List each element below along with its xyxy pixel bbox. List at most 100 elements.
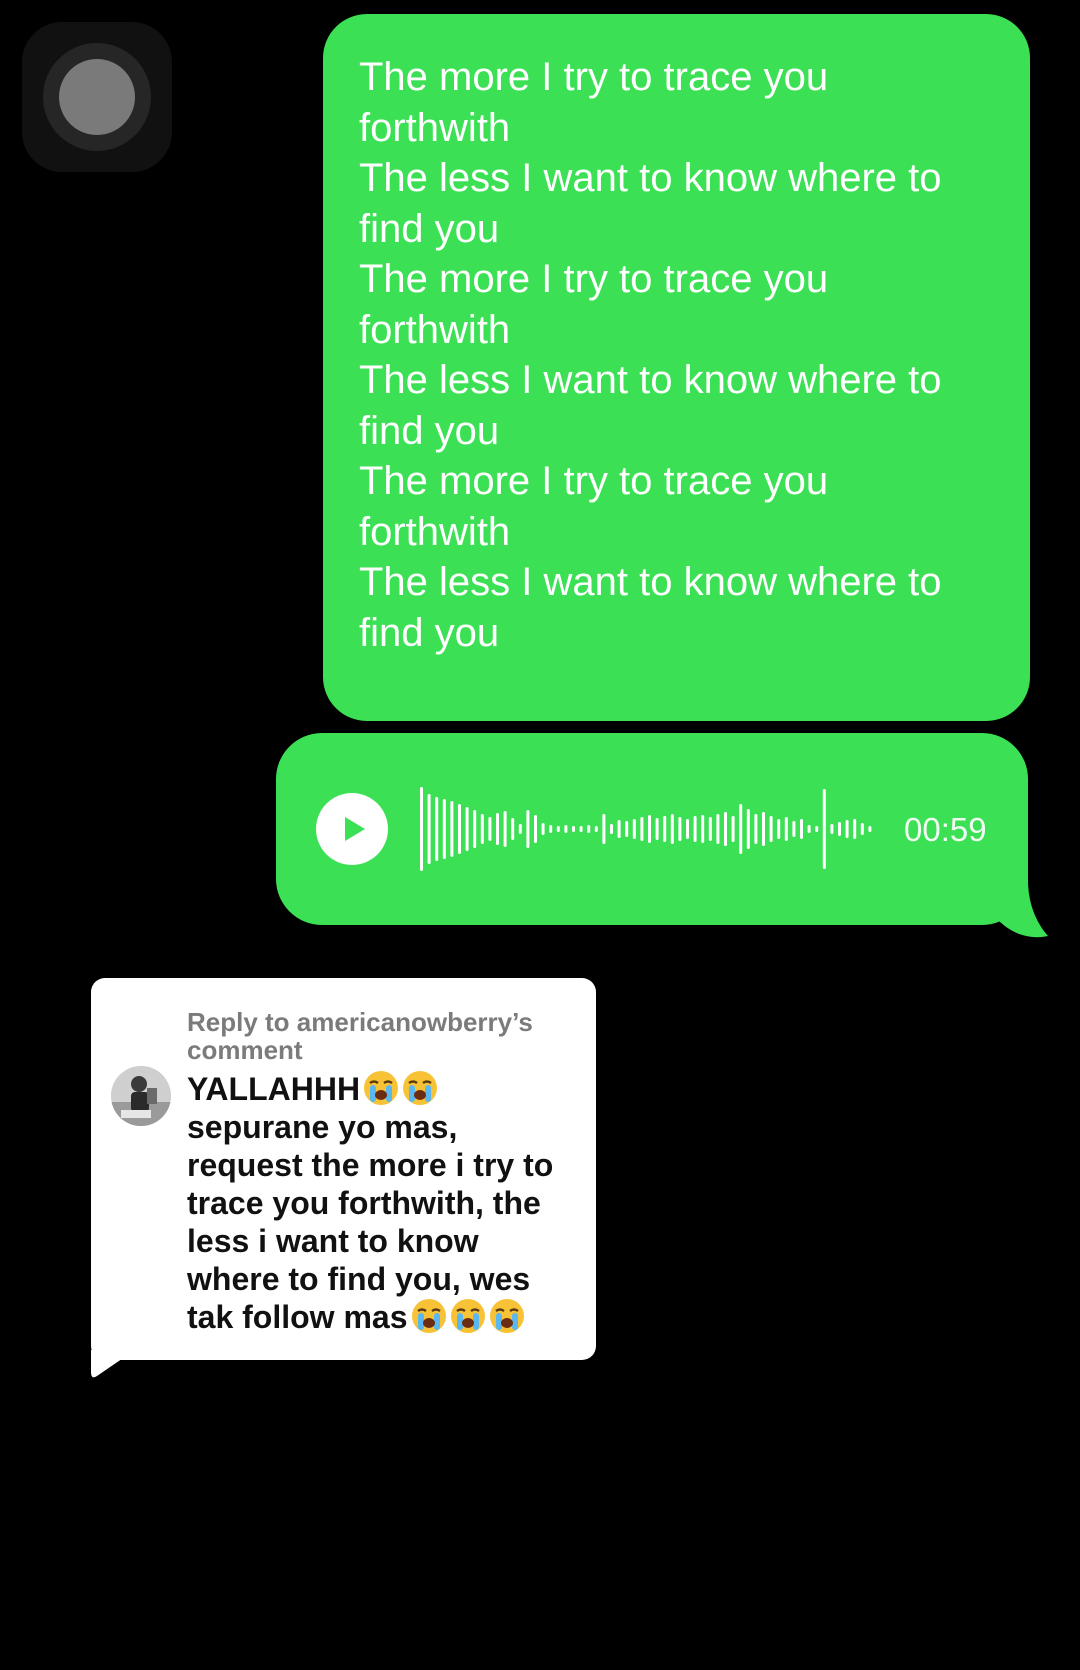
waveform-bar — [450, 801, 454, 857]
comment-line: tak follow mas — [187, 1298, 587, 1336]
waveform-bar — [784, 817, 788, 841]
reply-label: Reply to americanowberry’s comment — [187, 1007, 533, 1065]
waveform-bar — [648, 815, 651, 843]
waveform-bar — [845, 820, 849, 838]
reply-to-comment-card: Reply to americanowberry’s comment YALLA… — [91, 978, 596, 1360]
outgoing-text-message: The more I try to trace you forthwith Th… — [323, 14, 1030, 721]
waveform-bar — [838, 822, 841, 836]
reply-card-tail — [91, 1350, 135, 1378]
comment-line: YALLAHHH — [187, 1070, 587, 1108]
waveform-bar — [663, 816, 667, 842]
waveform-bar — [632, 819, 636, 839]
waveform-bar — [640, 817, 644, 841]
waveform-bar — [701, 815, 705, 843]
waveform-bar — [853, 819, 857, 839]
voice-duration: 00:59 — [904, 811, 987, 848]
waveform-bar — [686, 819, 689, 839]
waveform-bar — [503, 811, 507, 847]
avatar-photo — [111, 1066, 171, 1126]
waveform-bar — [678, 817, 682, 841]
waveform-bar — [420, 787, 423, 871]
assistive-touch-ring — [43, 43, 151, 151]
loudly-crying-face-icon — [450, 1299, 485, 1333]
message-line: forthwith — [359, 307, 511, 352]
assistive-touch-dot — [59, 59, 135, 135]
waveform-bar — [488, 817, 492, 841]
waveform-bar — [762, 812, 765, 846]
message-line: forthwith — [359, 509, 511, 554]
waveform-bar — [435, 797, 439, 861]
waveform-bar — [541, 823, 545, 835]
waveform-bar — [579, 826, 583, 832]
message-line: find you — [359, 206, 500, 251]
waveform-bar — [708, 817, 712, 841]
message-line: The more I try to trace you — [359, 257, 829, 301]
play-icon — [345, 817, 365, 841]
waveform-bar — [724, 812, 727, 846]
waveform-bar — [815, 826, 819, 832]
loudly-crying-face-icon — [403, 1071, 438, 1105]
waveform-bar — [800, 819, 803, 839]
waveform-bar — [549, 825, 553, 833]
waveform-bar — [625, 821, 629, 837]
waveform-bar — [594, 826, 598, 832]
assistive-touch-button[interactable] — [22, 22, 172, 172]
waveform-bar — [427, 794, 431, 864]
waveform-bar — [754, 814, 758, 844]
waveform-bar — [496, 813, 499, 845]
waveform-bar — [860, 823, 864, 835]
waveform-bar — [670, 814, 674, 844]
waveform-bar — [777, 819, 781, 839]
waveform-bar — [822, 789, 826, 869]
waveform-bar — [807, 825, 811, 833]
audio-waveform[interactable] — [416, 785, 876, 873]
waveform-bar — [655, 818, 659, 840]
waveform-bar — [731, 816, 735, 842]
waveform-bar — [473, 810, 477, 848]
comment-line: request the more i try to — [187, 1147, 554, 1183]
waveform-bar — [716, 814, 720, 844]
waveform-bar — [769, 816, 773, 842]
comment-line: where to find you, wes — [187, 1261, 531, 1297]
waveform-bar — [518, 824, 522, 834]
loudly-crying-face-icon — [364, 1071, 399, 1105]
loudly-crying-face-icon — [411, 1299, 446, 1333]
waveform-bar — [480, 814, 484, 844]
message-line: forthwith — [359, 105, 511, 150]
comment-line: less i want to know — [187, 1223, 479, 1259]
waveform-bar — [830, 824, 834, 834]
waveform-bar — [556, 826, 560, 832]
waveform-bar — [572, 826, 575, 832]
message-line: The less I want to know where to — [359, 156, 942, 200]
message-line: The less I want to know where to — [359, 358, 942, 402]
message-line: find you — [359, 610, 500, 655]
message-line: The less I want to know where to — [359, 560, 942, 604]
commenter-avatar[interactable] — [111, 1066, 171, 1126]
waveform-bar — [458, 804, 461, 854]
waveform-bar — [534, 815, 537, 843]
waveform-bar — [511, 818, 515, 840]
comment-line: sepurane yo mas, — [187, 1109, 458, 1145]
waveform-bar — [610, 824, 613, 834]
waveform-bar — [739, 804, 743, 854]
waveform-bar — [465, 807, 469, 851]
comment-line: trace you forthwith, the — [187, 1185, 541, 1221]
waveform-bar — [792, 821, 796, 837]
waveform-bar — [526, 810, 530, 848]
bubble-tail — [990, 880, 1048, 938]
message-line: The more I try to trace you — [359, 55, 829, 99]
waveform-bar — [442, 799, 446, 859]
comment-text: YALLAHHH sepurane yo mas, request the mo… — [187, 1070, 587, 1336]
waveform-bar — [564, 825, 568, 833]
message-line: The more I try to trace you — [359, 459, 829, 503]
waveform-bar — [617, 820, 621, 838]
outgoing-voice-message: 00:59 — [276, 733, 1028, 925]
waveform-bar — [693, 816, 697, 842]
waveform-bar — [587, 825, 591, 833]
waveform-bar — [868, 826, 872, 832]
waveform-bar — [746, 809, 750, 849]
play-button[interactable] — [316, 793, 388, 865]
loudly-crying-face-icon — [489, 1299, 524, 1333]
message-line: find you — [359, 408, 500, 453]
waveform-bar — [602, 814, 606, 844]
